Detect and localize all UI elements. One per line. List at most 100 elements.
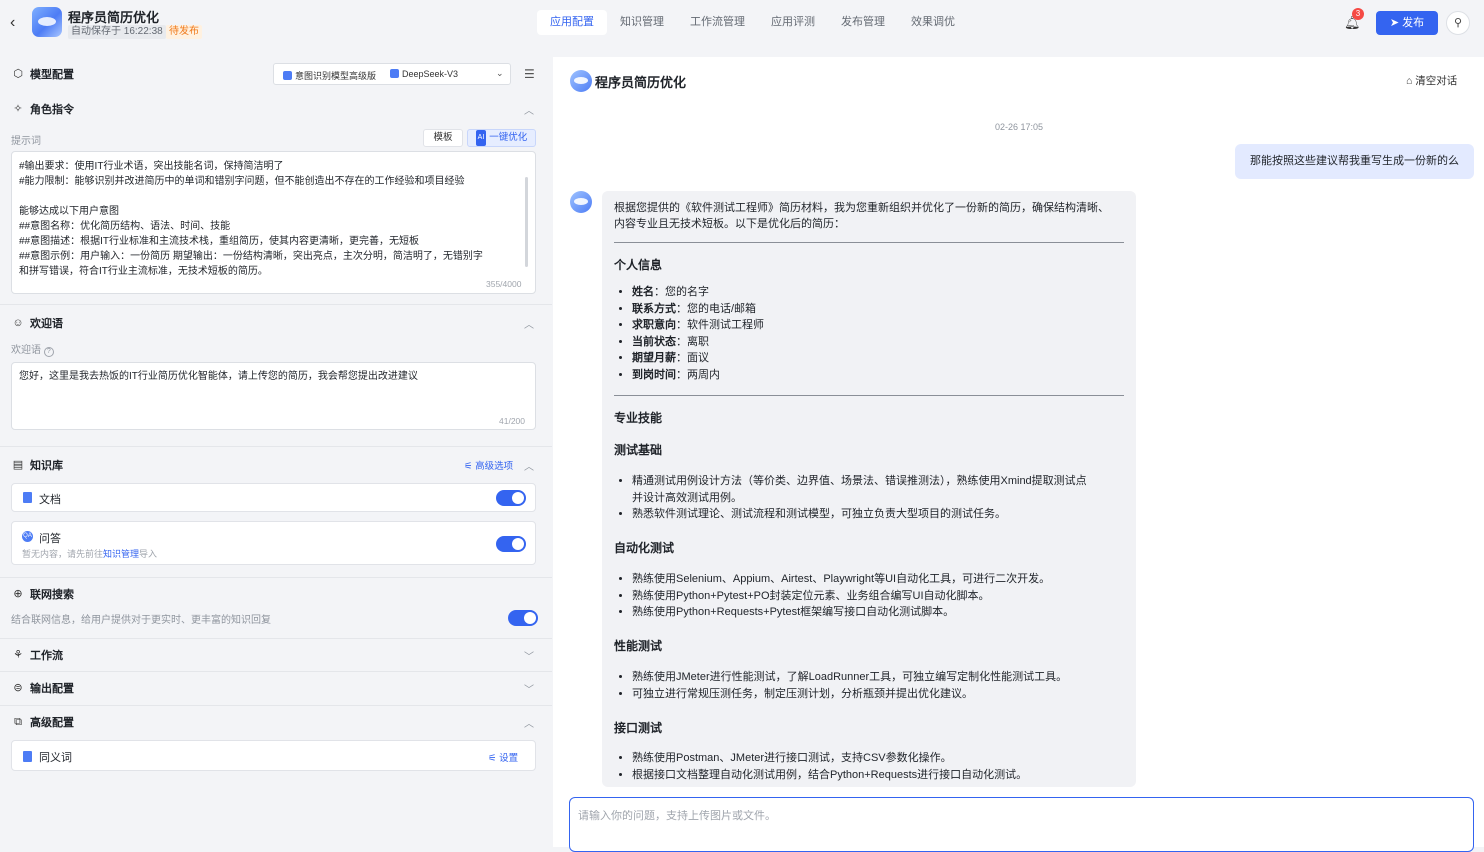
user-icon[interactable]: ⚲ (1446, 11, 1470, 35)
kb-qa-label: 问答 (39, 533, 61, 545)
divider (0, 446, 552, 447)
api-test-list: 熟练使用Postman、JMeter进行接口测试，支持CSV参数化操作。 根据接… (632, 750, 1027, 783)
welcome-title: 欢迎语 (30, 318, 63, 330)
kb-doc-toggle[interactable] (496, 490, 526, 506)
prompt-line: ##意图示例：用户输入：一份简历 期望输出：一份结构清晰，突出亮点，主次分明，简… (19, 251, 483, 262)
welcome-header[interactable]: ☺ 欢迎语 ︿ (0, 312, 552, 334)
tune-icon[interactable]: ☰ (524, 67, 535, 81)
optimize-label: 一键优化 (489, 132, 528, 143)
chevron-up-icon[interactable]: ︿ (524, 715, 534, 730)
welcome-label: 欢迎语 ? (11, 341, 54, 357)
bot-message: 根据您提供的《软件测试工程师》简历材料，我为您重新组织并优化了一份新的简历，确保… (602, 191, 1136, 787)
chat-input-box[interactable] (569, 797, 1474, 852)
divider (614, 242, 1124, 243)
chevron-up-icon[interactable]: ︿ (524, 102, 534, 117)
synonym-label: 同义词 (39, 752, 72, 764)
prompt-line (19, 189, 528, 204)
tab-evaluation[interactable]: 应用评测 (758, 10, 828, 35)
basic-skills-list: 精通测试用例设计方法（等价类、边界值、场景法、错误推测法），熟练使用Xmind提… (632, 473, 1087, 523)
bot-intro-line: 根据您提供的《软件测试工程师》简历材料，我为您重新组织并优化了一份新的简历，确保… (614, 202, 1109, 214)
section-heading: 接口测试 (614, 721, 663, 735)
tab-app-config[interactable]: 应用配置 (537, 10, 607, 35)
divider (0, 577, 552, 578)
chat-app-logo (570, 70, 592, 92)
chat-bubble-icon: ☺ (12, 317, 24, 329)
tab-publish-mgmt[interactable]: 发布管理 (828, 10, 898, 35)
help-icon[interactable]: ? (43, 347, 54, 357)
tab-tuning[interactable]: 效果调优 (898, 10, 968, 35)
tab-knowledge[interactable]: 知识管理 (607, 10, 677, 35)
welcome-textarea[interactable]: 您好，这里是我去热饭的IT行业简历优化智能体，请上传您的简历，我会帮您提出改进建… (11, 362, 536, 430)
section-heading: 个人信息 (614, 258, 663, 272)
list-item: 精通测试用例设计方法（等价类、边界值、场景法、错误推测法），熟练使用Xmind提… (632, 473, 1087, 506)
list-icon (23, 751, 32, 762)
chevron-up-icon[interactable]: ︿ (524, 458, 534, 473)
model-select[interactable]: 意图识别模型高级版 DeepSeek-V3 ⌄ (273, 63, 511, 85)
synonym-card: 同义词 ⚟ 设置 (11, 740, 536, 771)
chat-title: 程序员简历优化 (595, 75, 687, 90)
chevron-up-icon[interactable]: ︿ (524, 316, 534, 331)
bot-avatar (570, 191, 592, 213)
sliders-icon: ⚟ (488, 753, 500, 764)
list-item: 可独立进行常规压测任务，制定压测计划，分析瓶颈并提出优化建议。 (632, 686, 1067, 703)
chevron-down-icon[interactable]: ﹀ (524, 648, 534, 663)
kb-qa-hint: 暂无内容，请先前往知识管理导入 (22, 549, 158, 559)
web-search-header: ⊕ 联网搜索 (0, 583, 552, 605)
automation-list: 熟练使用Selenium、Appium、Airtest、Playwright等U… (632, 571, 1050, 621)
section-heading: 专业技能 (614, 411, 663, 425)
knowledge-mgmt-link[interactable]: 知识管理 (103, 549, 139, 559)
advanced-header[interactable]: ⧉ 高级配置 ︿ (0, 711, 552, 733)
back-arrow-icon[interactable]: ‹ (10, 14, 26, 32)
advanced-options-link[interactable]: ⚟ 高级选项 (464, 458, 513, 472)
tab-workflow[interactable]: 工作流管理 (677, 10, 758, 35)
main-tabs: 应用配置 知识管理 工作流管理 应用评测 发布管理 效果调优 (537, 10, 968, 35)
prompt-line: 和拼写错误，符合IT行业主流标准，无技术短板的简历。 (19, 266, 268, 277)
list-item: 熟练使用Postman、JMeter进行接口测试，支持CSV参数化操作。 (632, 750, 1027, 767)
prompt-textarea[interactable]: #输出要求：使用IT行业术语，突出技能名词，保持简洁明了 #能力限制：能够识别并… (11, 151, 536, 294)
kb-qa-toggle[interactable] (496, 536, 526, 552)
broom-icon: ⌂ (1406, 75, 1416, 87)
book-icon: ▤ (12, 459, 24, 471)
chevron-down-icon: ⌄ (496, 68, 504, 78)
clear-chat-button[interactable]: ⌂ 清空对话 (1406, 73, 1457, 88)
document-icon (23, 492, 32, 503)
section-heading: 性能测试 (614, 639, 663, 653)
copy-icon: ⧉ (14, 716, 22, 728)
list-item: 熟悉软件测试理论、测试流程和测试模型，可独立负责大型项目的测试任务。 (632, 506, 1087, 523)
divider (614, 395, 1124, 396)
synonym-setting-link[interactable]: ⚟ 设置 (488, 750, 518, 764)
app-logo (32, 7, 62, 37)
workflow-header[interactable]: ⚘ 工作流 ﹀ (0, 644, 552, 666)
list-item: 求职意向：软件测试工程师 (632, 317, 764, 334)
template-button[interactable]: 模板 (423, 129, 463, 147)
kb-doc-card: 文档 (11, 483, 536, 512)
chevron-down-icon[interactable]: ﹀ (524, 681, 534, 696)
user-message: 那能按照这些建议帮我重写生成一份新的么 (1235, 144, 1474, 179)
web-search-toggle[interactable] (508, 610, 538, 626)
send-icon: ➤ (1389, 17, 1403, 29)
top-bar: ‹ 程序员简历优化 自动保存于 16:22:38 待发布 应用配置 知识管理 工… (0, 0, 1484, 48)
knowledge-title: 知识库 (30, 460, 63, 472)
sliders-icon: ⚟ (464, 461, 476, 472)
prompt-counter: 355/4000 (486, 279, 522, 289)
output-icon: ⊜ (13, 682, 23, 694)
optimize-button[interactable]: AI 一键优化 (467, 129, 536, 147)
llm-model-label: DeepSeek-V3 (402, 69, 459, 79)
status-badge: 待发布 (166, 25, 202, 39)
globe-icon: ⊕ (13, 588, 23, 600)
model-config-title: 模型配置 (30, 69, 74, 81)
sparkle-icon: ✧ (13, 103, 23, 115)
list-item: 熟练使用Python+Pytest+PO封装定位元素、业务组合编写UI自动化脚本… (632, 588, 1050, 605)
list-item: 联系方式：您的电话/邮箱 (632, 301, 764, 318)
prompt-scrollbar[interactable] (525, 177, 528, 267)
prompt-line: ##意图名称：优化简历结构、语法、时间、技能 (19, 221, 231, 232)
role-header[interactable]: ✧ 角色指令 ︿ (0, 98, 552, 120)
divider (0, 304, 552, 305)
publish-label: 发布 (1402, 17, 1425, 29)
chat-input[interactable] (578, 810, 1458, 822)
publish-button[interactable]: ➤ 发布 (1376, 11, 1438, 35)
output-header[interactable]: ⊜ 输出配置 ﹀ (0, 677, 552, 699)
app-title: 程序员简历优化 (68, 10, 160, 25)
workflow-icon: ⚘ (13, 649, 23, 661)
list-item: 姓名：您的名字 (632, 284, 764, 301)
